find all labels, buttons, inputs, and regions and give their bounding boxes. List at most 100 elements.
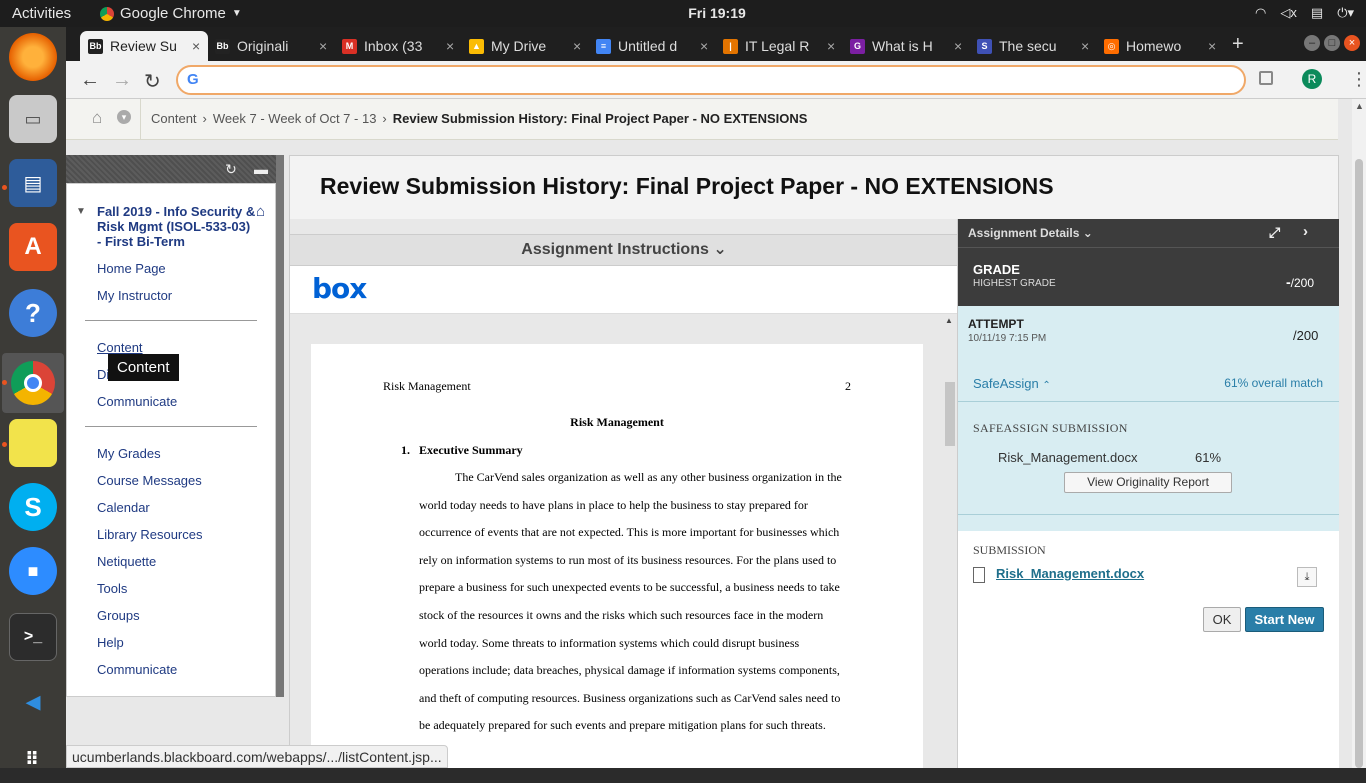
close-tab-icon[interactable]: × (1208, 38, 1224, 54)
collapse-triangle-icon[interactable]: ▼ (76, 206, 86, 217)
address-input[interactable] (206, 71, 1206, 91)
menu-my-instructor[interactable]: My Instructor (97, 288, 172, 303)
scroll-thumb[interactable] (945, 382, 955, 446)
menu-netiquette[interactable]: Netiquette (97, 554, 156, 569)
assignment-details-toggle[interactable]: Assignment Details ⌄ (968, 226, 1093, 240)
breadcrumb-week[interactable]: Week 7 - Week of Oct 7 - 13 (213, 111, 377, 126)
address-bar[interactable]: G (176, 65, 1246, 95)
grade-value: -/200 (1286, 274, 1315, 290)
help-icon[interactable]: ? (9, 289, 57, 337)
menu-library-resources[interactable]: Library Resources (97, 527, 203, 542)
grade-label: GRADE (973, 262, 1020, 277)
clock[interactable]: Fri 19:19 (0, 5, 1366, 21)
menu-groups[interactable]: Groups (97, 608, 140, 623)
browser-tab[interactable]: G What is H × (842, 31, 970, 61)
zoom-icon[interactable]: ■ (9, 547, 57, 595)
attempt-grade: /200 (1293, 328, 1319, 343)
extension-icon[interactable] (1259, 71, 1273, 85)
view-originality-report-button[interactable]: View Originality Report (1064, 472, 1232, 493)
browser-tab[interactable]: ◎ Homewo × (1096, 31, 1224, 61)
close-tab-icon[interactable]: × (1081, 38, 1097, 54)
browser-tab[interactable]: ▲ My Drive × (461, 31, 589, 61)
assignment-instructions-toggle[interactable]: Assignment Instructions ⌄ (290, 234, 958, 266)
tab-favicon-icon: ≡ (596, 38, 611, 54)
menu-help[interactable]: Help (97, 635, 124, 650)
safeassign-toggle[interactable]: SafeAssign ⌃ (973, 376, 1051, 391)
browser-tab[interactable]: Bb Originali × (207, 31, 335, 61)
close-tab-icon[interactable]: × (446, 38, 462, 54)
refresh-icon[interactable]: ↻ (221, 161, 241, 181)
vscode-icon[interactable]: ◂ (9, 677, 57, 725)
menu-my-grades[interactable]: My Grades (97, 446, 161, 461)
tab-title: Homewo (1126, 38, 1182, 54)
menu-home-page[interactable]: Home Page (97, 261, 166, 276)
safeassign-submission-label: SAFEASSIGN SUBMISSION (973, 421, 1128, 435)
browser-tab[interactable]: ≡ Untitled d × (588, 31, 716, 61)
forward-button[interactable]: → (112, 69, 132, 92)
start-new-button[interactable]: Start New (1245, 607, 1324, 632)
folder-view-icon[interactable]: ▬ (251, 161, 271, 181)
chevron-down-icon[interactable]: ▾ (117, 110, 131, 124)
menu-communicate[interactable]: Communicate (97, 394, 177, 409)
close-tab-icon[interactable]: × (573, 38, 589, 54)
safeassign-file: Risk_Management.docx (998, 450, 1138, 465)
minimize-button[interactable]: – (1304, 35, 1320, 51)
terminal-icon[interactable]: >_ (9, 613, 57, 661)
menu-course-messages[interactable]: Course Messages (97, 473, 202, 488)
new-tab-button[interactable]: + (1232, 33, 1244, 56)
scroll-thumb[interactable] (1355, 159, 1363, 768)
profile-avatar[interactable]: R (1302, 69, 1322, 89)
document-title: Risk Management (570, 415, 664, 429)
chrome-icon[interactable] (2, 353, 64, 413)
scroll-up-icon[interactable]: ▲ (945, 316, 953, 325)
browser-tab[interactable]: | IT Legal R × (715, 31, 843, 61)
menu-tools[interactable]: Tools (97, 581, 127, 596)
software-icon[interactable]: A (9, 223, 57, 271)
menu-divider (85, 320, 257, 321)
system-tray[interactable]: ◠ ◁x ▤ ⏻▾ (1255, 5, 1354, 21)
body-line: occurrence of events that are not expect… (419, 525, 840, 540)
ok-button[interactable]: OK (1203, 607, 1241, 632)
document-viewer[interactable]: Risk Management 2 Risk Management 1. Exec… (290, 314, 958, 768)
close-tab-icon[interactable]: × (954, 38, 970, 54)
maximize-button[interactable]: □ (1324, 35, 1340, 51)
course-home-icon[interactable]: ⌂ (256, 203, 265, 220)
notes-icon[interactable] (9, 419, 57, 467)
home-icon[interactable]: ⌂ (92, 108, 102, 128)
instructions-panel: Assignment Instructions ⌄ box Risk Manag… (290, 219, 958, 768)
apps-grid-icon[interactable]: ⠿ (9, 735, 57, 783)
back-button[interactable]: ← (80, 69, 100, 92)
submission-file-link[interactable]: Risk_Management.docx (996, 566, 1144, 581)
box-logo: box (312, 272, 367, 305)
writer-icon[interactable]: ▤ (9, 159, 57, 207)
menu-communicate-2[interactable]: Communicate (97, 662, 177, 677)
browser-tab[interactable]: M Inbox (33 × (334, 31, 462, 61)
close-tab-icon[interactable]: × (827, 38, 843, 54)
body-line: stock of the resources it owns and the r… (419, 607, 824, 622)
page-scrollbar[interactable]: ▲ (1352, 99, 1366, 768)
document-scrollbar[interactable]: ▲ (941, 314, 958, 768)
close-window-button[interactable]: × (1344, 35, 1360, 51)
safeassign-percent: 61% (1195, 450, 1222, 465)
chevron-right-icon[interactable]: › (1303, 223, 1308, 240)
files-icon[interactable]: ▭ (9, 95, 57, 143)
breadcrumb-content[interactable]: Content (151, 111, 197, 126)
chevron-up-icon: ⌃ (1042, 380, 1051, 391)
close-tab-icon[interactable]: × (319, 38, 335, 54)
scroll-up-icon[interactable]: ▲ (1355, 101, 1364, 111)
menu-calendar[interactable]: Calendar (97, 500, 150, 515)
close-tab-icon[interactable]: × (700, 38, 716, 54)
course-title[interactable]: Fall 2019 - Info Security & Risk Mgmt (I… (97, 204, 257, 249)
close-tab-icon[interactable]: × (192, 38, 208, 54)
skype-icon[interactable]: S (9, 483, 57, 531)
body-line: The CarVend sales organization as well a… (455, 470, 842, 484)
menu-content[interactable]: Content (97, 340, 143, 355)
page-number: 2 (845, 379, 851, 393)
chrome-menu-icon[interactable]: ⋮ (1350, 69, 1366, 90)
browser-tab[interactable]: Bb Review Su × (80, 31, 208, 61)
browser-tab[interactable]: S The secu × (969, 31, 1097, 61)
download-icon[interactable]: ⤓ (1297, 567, 1317, 587)
firefox-icon[interactable] (9, 33, 57, 81)
expand-icon[interactable]: ⤢ (1269, 224, 1280, 241)
reload-button[interactable]: ↻ (144, 69, 161, 94)
